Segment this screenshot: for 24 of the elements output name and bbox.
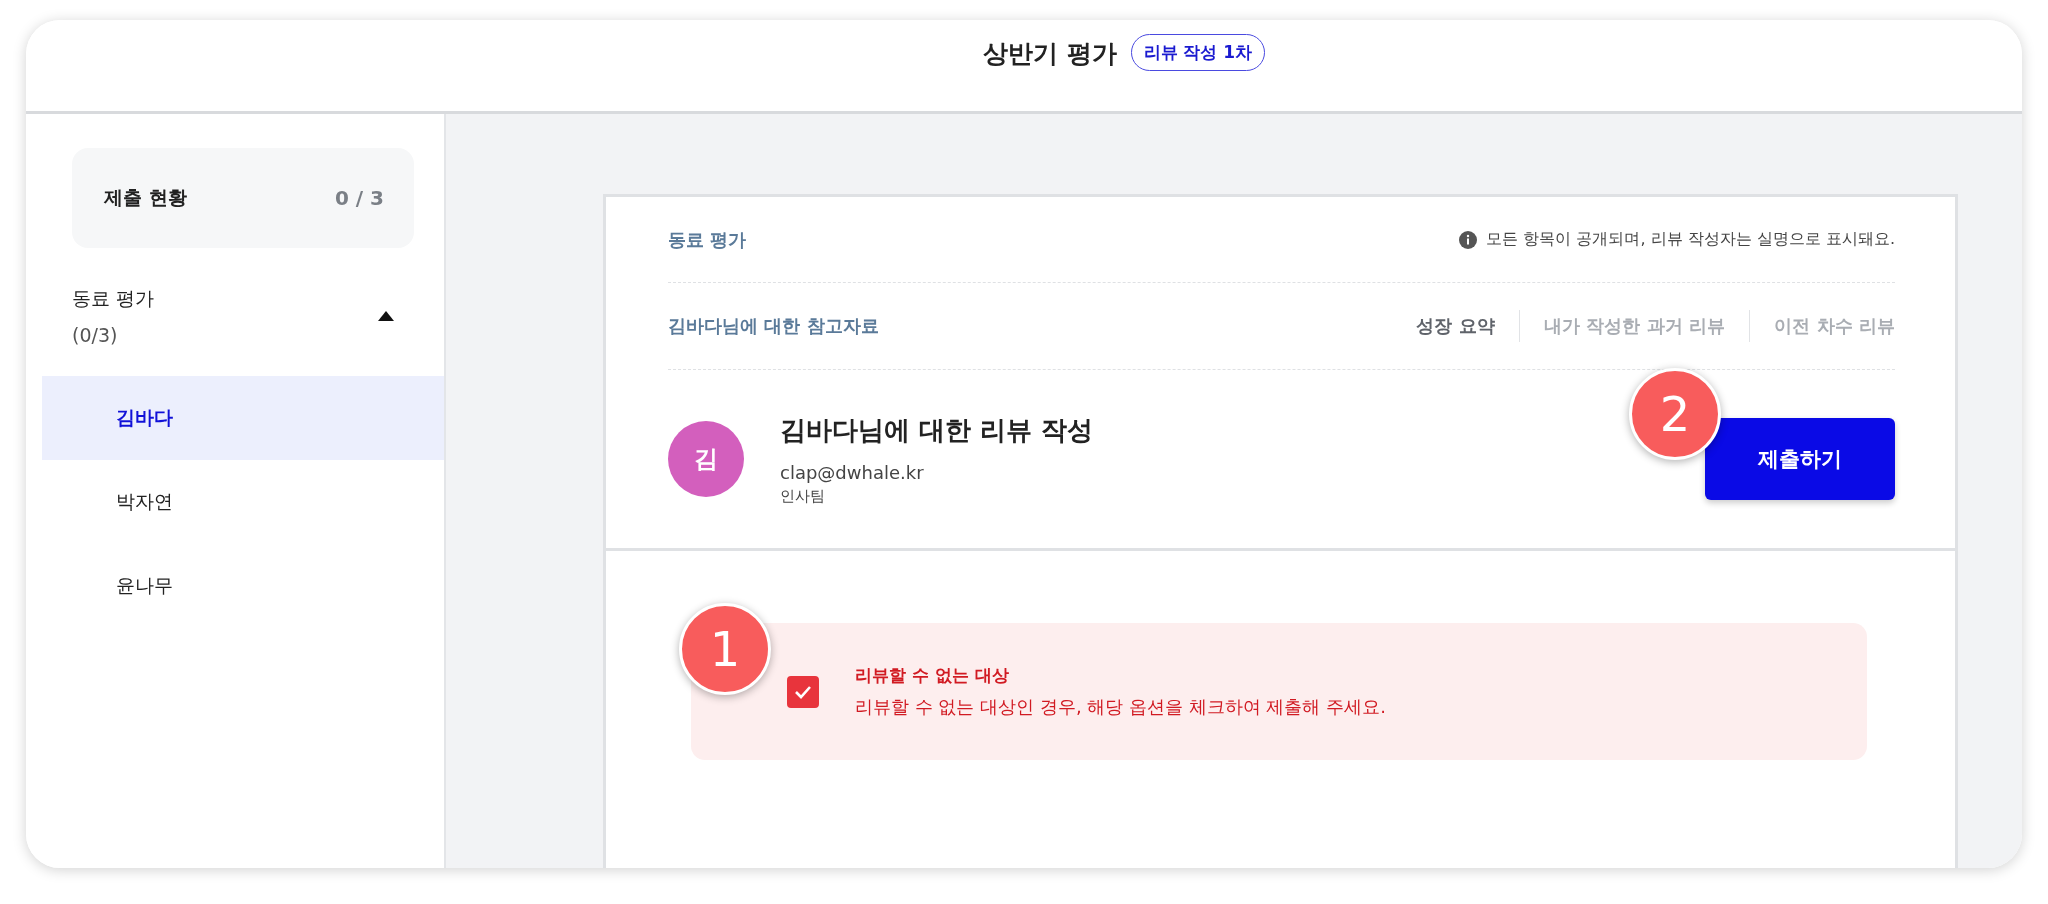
submit-button[interactable]: 제출하기 [1705, 418, 1895, 500]
info-icon [1458, 229, 1479, 250]
sidebar-item[interactable]: 윤나무 [42, 544, 444, 628]
reference-tab[interactable]: 성장 요약 [1416, 314, 1495, 338]
email-text: clap@dwhale.kr [780, 461, 924, 483]
section-title: 동료 평가 [668, 227, 747, 252]
caret-icon[interactable] [378, 311, 394, 321]
summary-label: 제출 현황 [104, 185, 187, 210]
option-description: 리뷰할 수 없는 대상인 경우, 해당 옵션을 체크하여 제출해 주세요. [855, 695, 1386, 719]
option-title: 리뷰할 수 없는 대상 [855, 664, 1010, 687]
notice-text: 모든 항목이 공개되며, 리뷰 작성자는 실명으로 표시돼요. [1486, 229, 1895, 250]
team-text: 인사팀 [780, 486, 825, 506]
sidebar-item[interactable]: 김바다 [42, 376, 444, 460]
group-label[interactable]: 동료 평가 [72, 286, 155, 312]
reference-title: 김바다님에 대한 참고자료 [668, 314, 879, 338]
checkbox[interactable] [787, 675, 819, 708]
callout-marker: 2 [1629, 368, 1721, 460]
avatar-circle: 김 [668, 421, 744, 497]
callout-marker: 1 [679, 603, 771, 695]
page-title: 상반기 평가 [982, 38, 1117, 70]
review-title: 김바다님에 대한 리뷰 작성 [780, 413, 1094, 447]
summary-count: 0 / 3 [334, 186, 384, 210]
sidebar-item[interactable]: 박자연 [42, 460, 444, 544]
group-count: (0/3) [72, 324, 119, 346]
